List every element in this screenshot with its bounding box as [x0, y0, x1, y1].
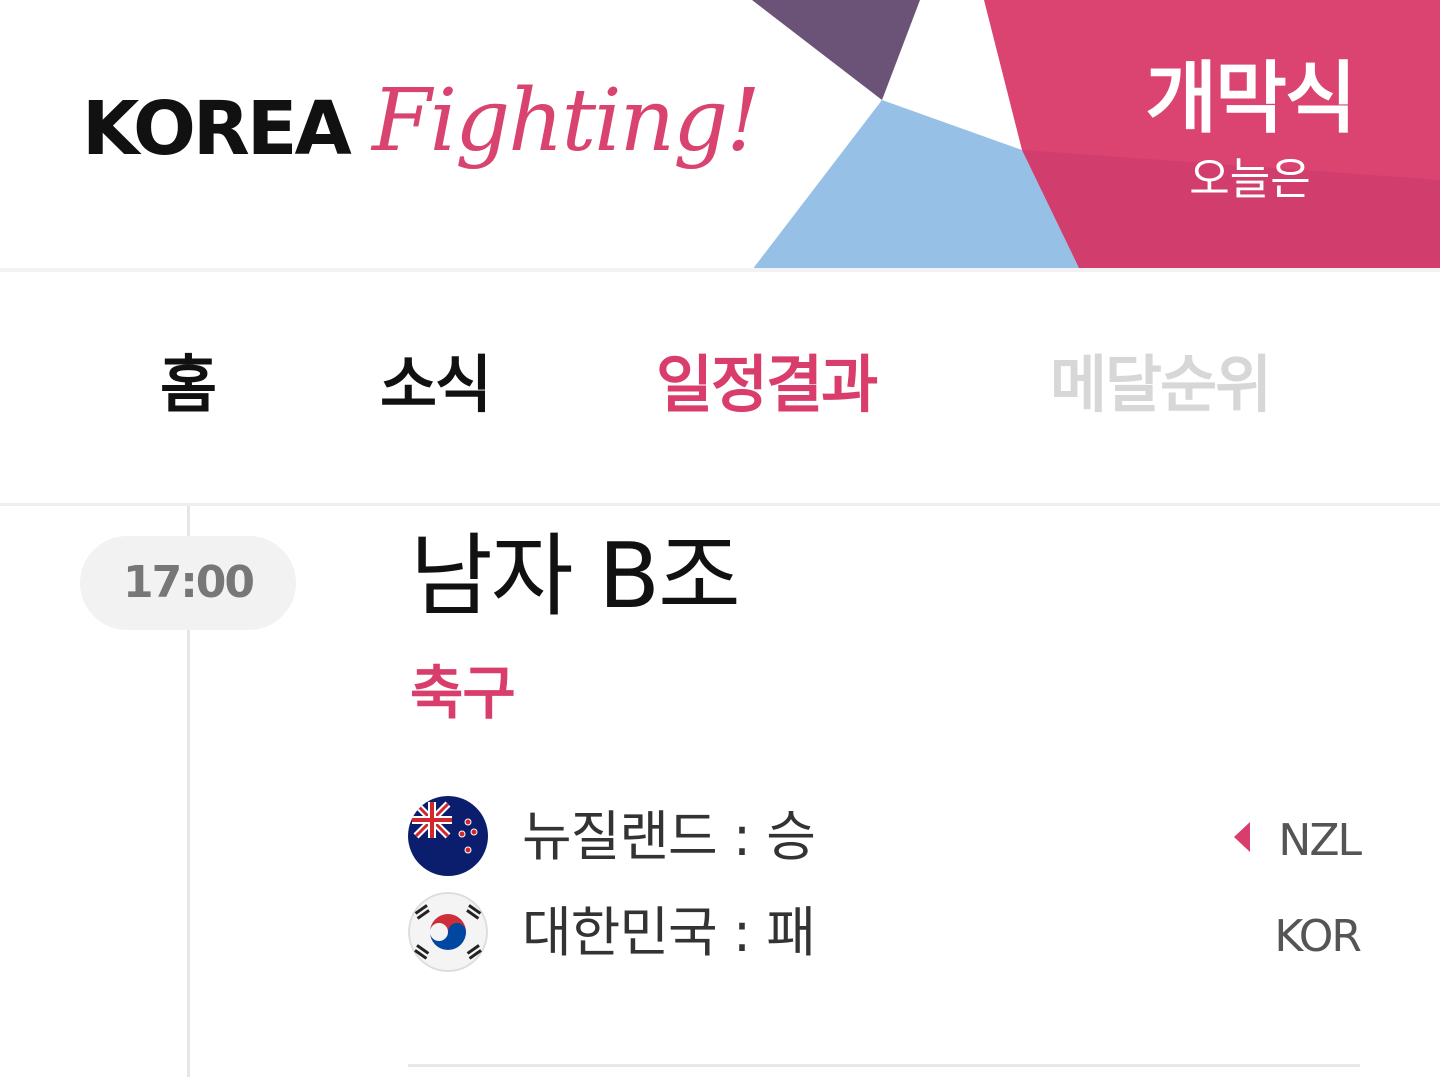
team-code: NZL: [1278, 815, 1362, 866]
event-title[interactable]: 남자 B조: [410, 532, 741, 622]
tab-news[interactable]: 소식: [380, 330, 492, 440]
team-row-kor[interactable]: 대한민국 : 패 KOR: [408, 892, 1362, 974]
team-code: KOR: [1274, 911, 1362, 962]
new-zealand-flag-icon: [408, 796, 488, 876]
event-sport: 축구: [410, 659, 516, 727]
logo-fighting: Fighting!: [372, 71, 761, 171]
tab-home[interactable]: 홈: [160, 330, 217, 440]
header-banner: KOREA Fighting! 개막식 오늘은: [0, 0, 1440, 270]
team-row-nzl[interactable]: 뉴질랜드 : 승 NZL: [408, 796, 1362, 878]
main-tabs: 홈 소식 일정결과 메달순위: [0, 330, 1440, 440]
event-card-divider: [408, 1064, 1360, 1067]
today-event-title: 개막식: [1145, 54, 1356, 144]
header-divider: [0, 268, 1440, 272]
time-badge: 17:00: [80, 536, 296, 630]
tab-schedule-results[interactable]: 일정결과: [656, 330, 878, 440]
winner-arrow-icon: [1234, 822, 1250, 852]
team-name-result: 대한민국 : 패: [522, 901, 816, 964]
tabs-divider: [0, 503, 1440, 506]
tab-medal-standings[interactable]: 메달순위: [1050, 330, 1272, 440]
logo-korea: KOREA: [82, 86, 352, 172]
today-event-subtitle: 오늘은: [1189, 154, 1311, 205]
today-event-button[interactable]: 개막식 오늘은: [1110, 60, 1390, 202]
south-korea-flag-icon: [408, 892, 488, 972]
team-name-result: 뉴질랜드 : 승: [522, 805, 816, 868]
